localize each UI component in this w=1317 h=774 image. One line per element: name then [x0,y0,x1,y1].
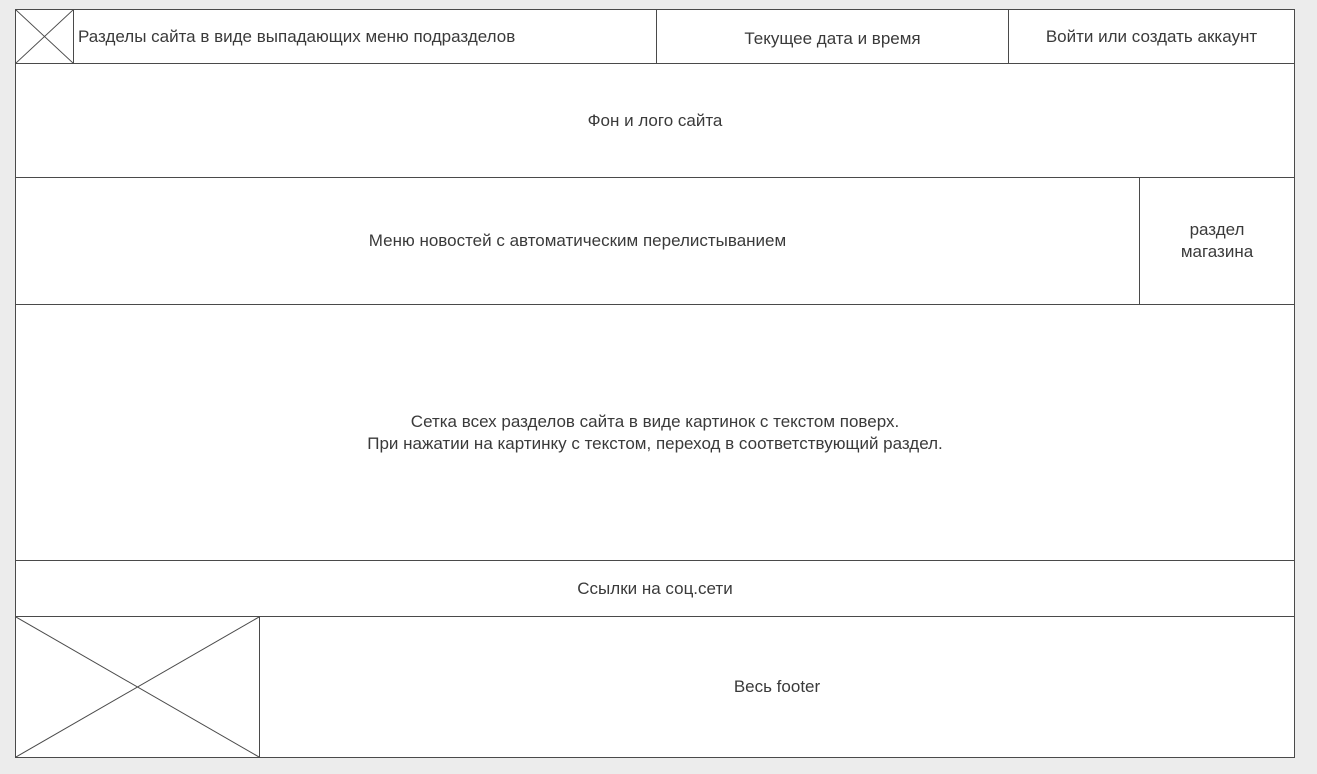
shop-label-line1: раздел [1189,220,1245,239]
sections-dropdown-menu[interactable]: Разделы сайта в виде выпадающих меню под… [73,9,657,64]
news-carousel-label: Меню новостей с автоматическим перелисты… [368,231,787,250]
login-label: Войти или создать аккаунт [1045,26,1258,46]
sections-grid-line2: При нажатии на картинку с текстом, перех… [367,433,943,453]
banner-label: Фон и лого сайта [587,110,723,130]
login-button[interactable]: Войти или создать аккаунт [1008,9,1295,64]
logo-image-placeholder [15,9,74,64]
sections-grid[interactable]: Сетка всех разделов сайта в виде картино… [15,304,1295,561]
sections-grid-line1: Сетка всех разделов сайта в виде картино… [410,411,900,431]
footer-label: Весь footer [733,677,821,696]
social-links[interactable]: Ссылки на соц.сети [15,560,1295,617]
news-carousel[interactable]: Меню новостей с автоматическим перелисты… [15,177,1140,305]
datetime-label: Текущее дата и время [744,28,921,48]
shop-label-line2: магазина [1180,242,1254,261]
social-links-label: Ссылки на соц.сети [577,578,733,598]
footer: Весь footer [259,616,1295,758]
shop-section-link[interactable]: раздел магазина [1139,177,1295,305]
footer-image-placeholder [15,616,260,758]
wireframe-canvas: Разделы сайта в виде выпадающих меню под… [15,9,1295,758]
sections-dropdown-label: Разделы сайта в виде выпадающих меню под… [78,26,516,46]
image-placeholder-icon [16,10,73,63]
image-placeholder-icon [16,617,259,757]
site-banner: Фон и лого сайта [15,63,1295,178]
datetime-block: Текущее дата и время [656,9,1009,64]
